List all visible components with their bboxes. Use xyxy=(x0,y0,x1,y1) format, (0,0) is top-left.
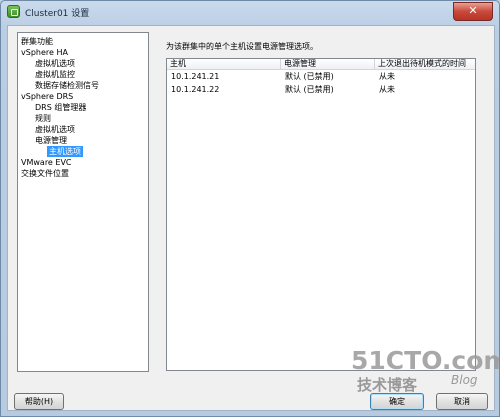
nav-item-vmware-evc[interactable]: VMware EVC xyxy=(21,157,72,168)
close-icon: ✕ xyxy=(468,4,478,17)
table-row[interactable]: 10.1.241.22 默认 (已禁用) 从未 xyxy=(167,84,475,96)
nav-item-rules[interactable]: 规则 xyxy=(35,113,51,124)
settings-nav-tree: 群集功能 vSphere HA 虚拟机选项 虚拟机监控 数据存储检测信号 vSp… xyxy=(17,32,149,372)
nav-item-vsphere-drs[interactable]: vSphere DRS xyxy=(21,91,73,102)
column-header-last-exit-standby[interactable]: 上次退出待机模式的时间 xyxy=(375,59,475,69)
host-options-table: 主机 电源管理 上次退出待机模式的时间 10.1.241.21 默认 (已禁用)… xyxy=(166,58,476,371)
ok-button[interactable]: 确定 xyxy=(370,393,424,410)
nav-item-datastore-heartbeat[interactable]: 数据存储检测信号 xyxy=(35,80,99,91)
cell-power-management: 默认 (已禁用) xyxy=(285,72,334,81)
cell-last-exit-standby: 从未 xyxy=(379,85,395,94)
title-bar[interactable]: Cluster01 设置 ✕ xyxy=(1,1,499,23)
column-header-power-management[interactable]: 电源管理 xyxy=(281,59,375,69)
column-header-host[interactable]: 主机 xyxy=(167,59,281,69)
cell-power-management: 默认 (已禁用) xyxy=(285,85,334,94)
cell-host: 10.1.241.22 xyxy=(171,85,220,94)
settings-dialog: Cluster01 设置 ✕ 群集功能 vSphere HA 虚拟机选项 虚拟机… xyxy=(0,0,500,417)
table-row[interactable]: 10.1.241.21 默认 (已禁用) 从未 xyxy=(167,71,475,83)
nav-item-drs-group-manager[interactable]: DRS 组管理器 xyxy=(35,102,86,113)
close-button[interactable]: ✕ xyxy=(453,2,493,21)
nav-item-swapfile-location[interactable]: 交换文件位置 xyxy=(21,168,69,179)
nav-item-host-options[interactable]: 主机选项 xyxy=(47,146,83,157)
nav-item-cluster-features[interactable]: 群集功能 xyxy=(21,36,53,47)
cell-host: 10.1.241.21 xyxy=(171,72,220,81)
table-header: 主机 电源管理 上次退出待机模式的时间 xyxy=(167,59,475,70)
help-button[interactable]: 帮助(H) xyxy=(14,393,64,410)
nav-item-drs-vm-options[interactable]: 虚拟机选项 xyxy=(35,124,75,135)
nav-item-power-management[interactable]: 电源管理 xyxy=(35,135,67,146)
instruction-text: 为该群集中的单个主机设置电源管理选项。 xyxy=(166,42,318,51)
vsphere-app-icon xyxy=(7,5,20,18)
nav-item-vm-monitoring[interactable]: 虚拟机监控 xyxy=(35,69,75,80)
nav-item-vsphere-ha[interactable]: vSphere HA xyxy=(21,47,68,58)
nav-item-ha-vm-options[interactable]: 虚拟机选项 xyxy=(35,58,75,69)
dialog-body: 群集功能 vSphere HA 虚拟机选项 虚拟机监控 数据存储检测信号 vSp… xyxy=(7,25,495,411)
window-title: Cluster01 设置 xyxy=(25,9,90,19)
cell-last-exit-standby: 从未 xyxy=(379,72,395,81)
cancel-button[interactable]: 取消 xyxy=(436,393,488,410)
